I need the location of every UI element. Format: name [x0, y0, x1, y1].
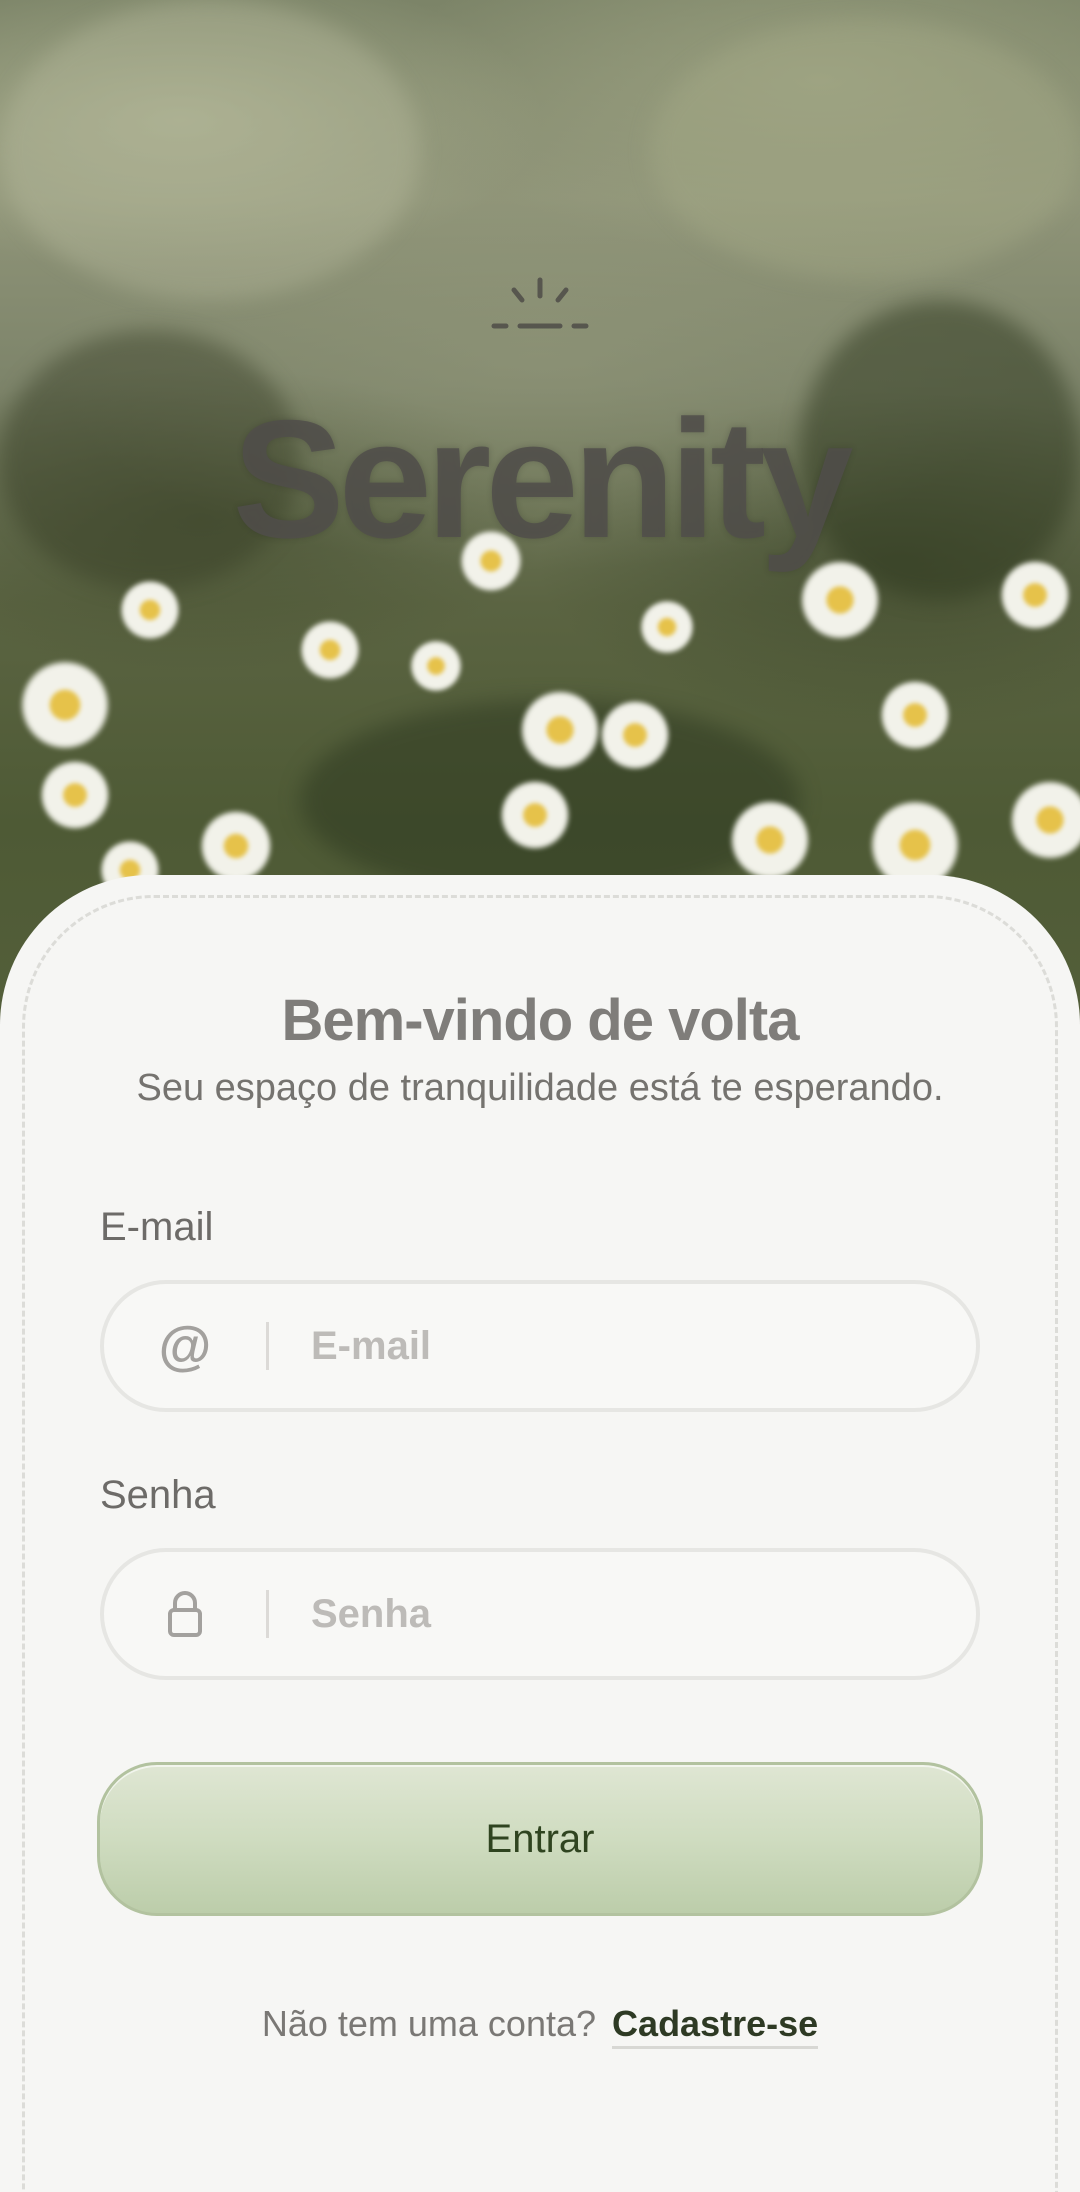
password-input[interactable]: [269, 1552, 976, 1676]
app-brand-title: Serenity: [232, 385, 854, 573]
welcome-subtitle: Seu espaço de tranquilidade está te espe…: [136, 1067, 944, 1109]
lock-icon: [104, 1552, 266, 1676]
signup-prompt-line: Não tem uma conta? Cadastre-se: [0, 2003, 1080, 2049]
welcome-title: Bem-vindo de volta: [281, 988, 800, 1053]
at-icon: @: [158, 1316, 212, 1376]
signup-prompt: Não tem uma conta?: [261, 2003, 597, 2044]
password-label: Senha: [100, 1473, 216, 1517]
login-card: Bem-vindo de volta Seu espaço de tranqui…: [0, 875, 1080, 2192]
email-field[interactable]: @: [100, 1280, 980, 1412]
sunrise-icon: [491, 277, 589, 329]
signup-link[interactable]: Cadastre-se: [612, 2003, 819, 2049]
password-field[interactable]: [100, 1548, 980, 1680]
email-label: E-mail: [100, 1205, 214, 1249]
email-input[interactable]: [269, 1284, 976, 1408]
login-button[interactable]: Entrar: [97, 1762, 983, 1916]
